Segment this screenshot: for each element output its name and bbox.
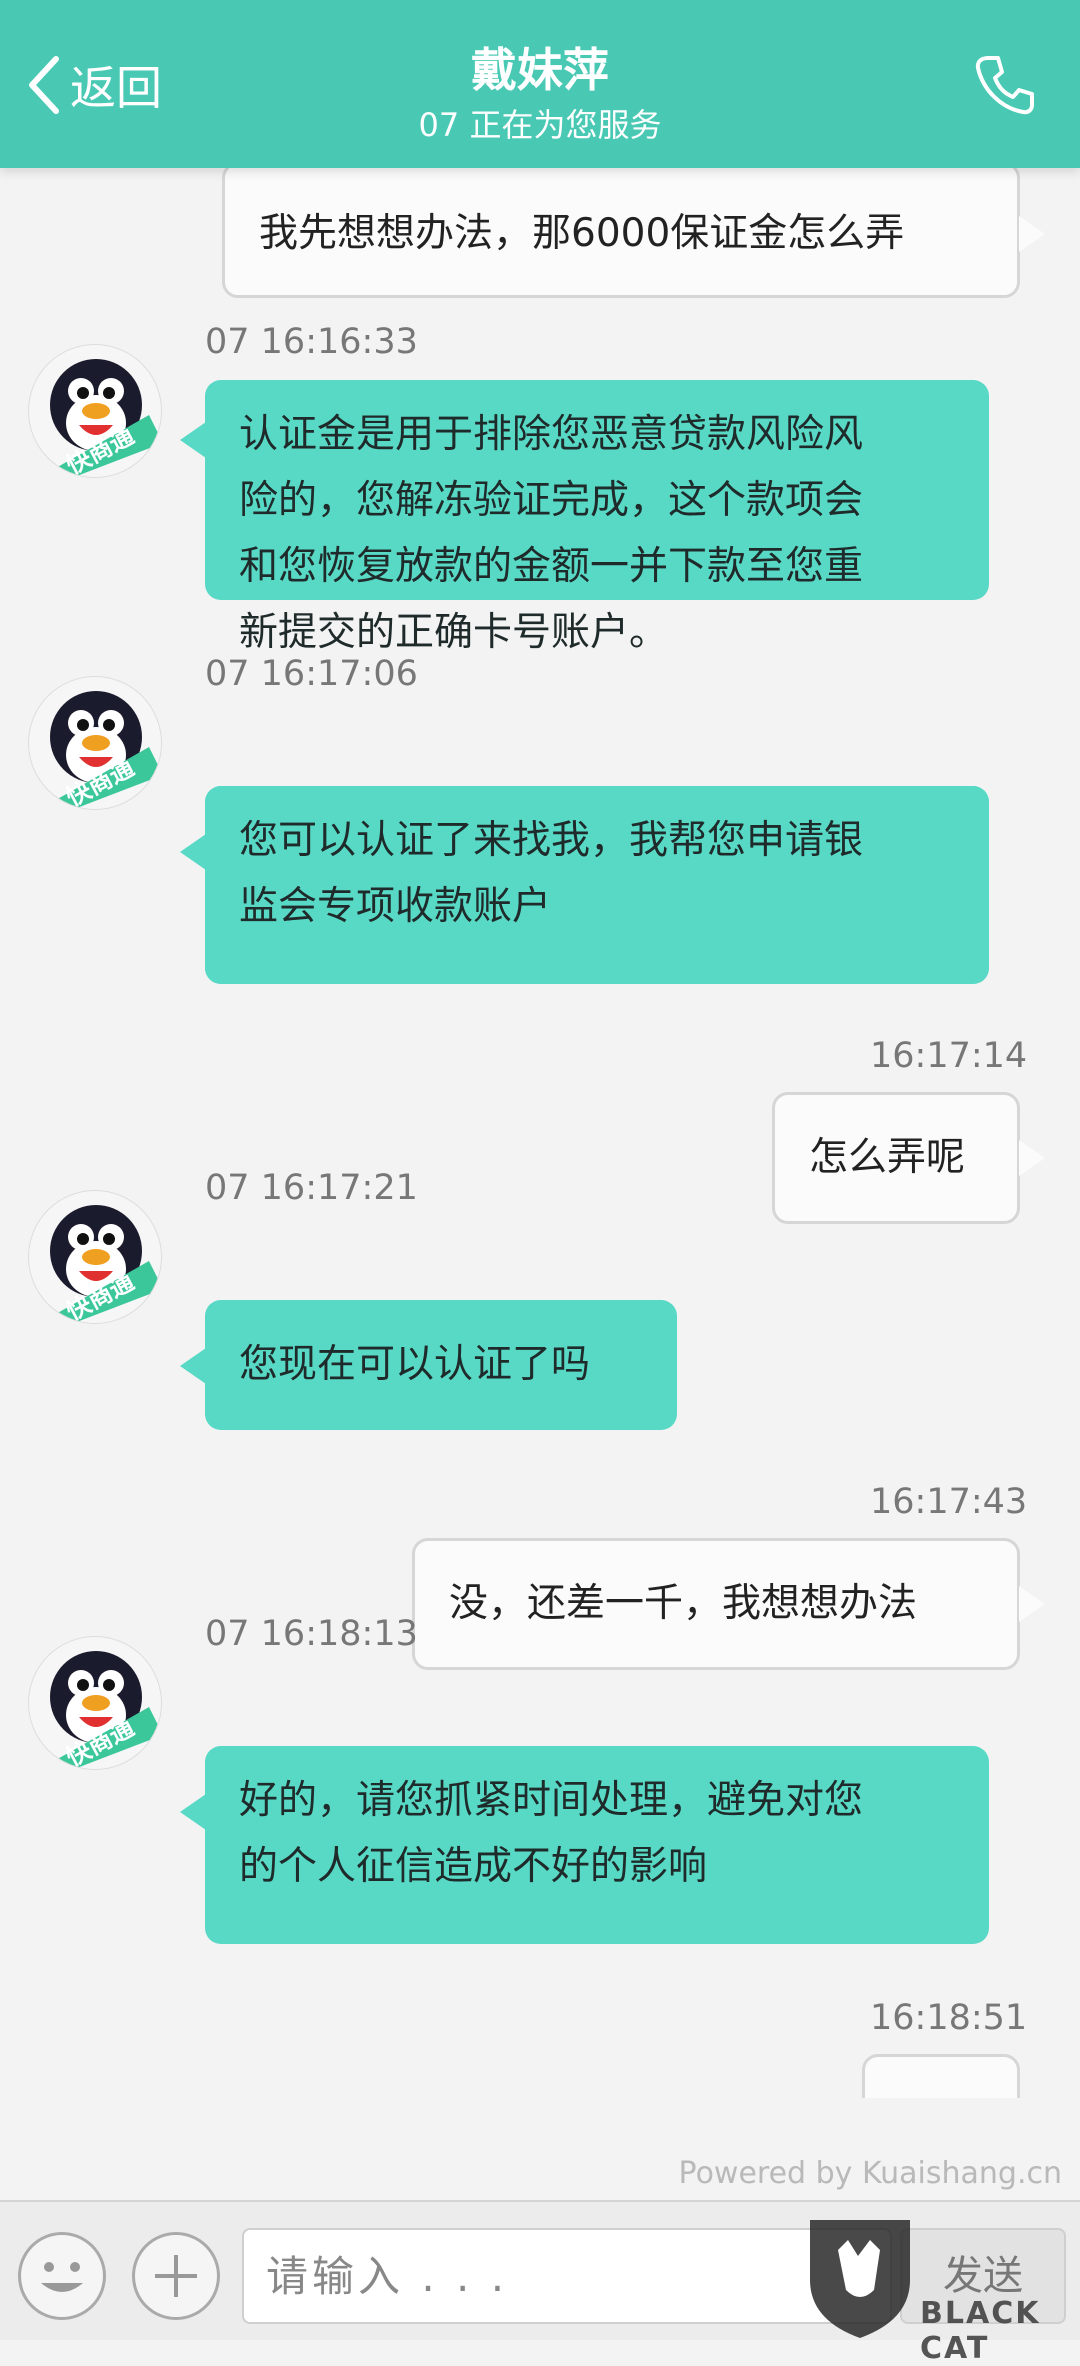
bubble-tail bbox=[180, 1794, 206, 1830]
message-line: 您可以认证了来找我，我帮您申请银 bbox=[239, 818, 864, 863]
message-time: 07 16:17:06 bbox=[205, 654, 418, 694]
user-message-bubble: 怎么弄呢 bbox=[772, 1092, 1020, 1224]
message-text: 我先想想办法，那6000保证金怎么弄 bbox=[259, 211, 905, 256]
message-line: 监会专项收款账户 bbox=[239, 884, 552, 929]
agent-message-bubble: 您现在可以认证了吗 bbox=[205, 1300, 677, 1430]
watermark-text: BLACK CAT bbox=[920, 2296, 1041, 2366]
message-line: 险的，您解冻验证完成，这个款项会 bbox=[239, 478, 864, 523]
bubble-tail bbox=[1019, 1140, 1045, 1176]
user-message-bubble bbox=[862, 2054, 1020, 2098]
agent-avatar[interactable]: 快商通 bbox=[28, 1636, 162, 1770]
message-time: 07 16:18:13 bbox=[205, 1614, 418, 1654]
agent-status: 07 正在为您服务 bbox=[418, 106, 662, 144]
message-line: 的个人征信造成不好的影响 bbox=[239, 1844, 708, 1889]
bubble-tail bbox=[180, 834, 206, 870]
message-time: 16:18:51 bbox=[870, 1998, 1028, 2038]
message-time: 07 16:17:21 bbox=[205, 1168, 418, 1208]
emoji-button[interactable] bbox=[18, 2232, 106, 2320]
message-time: 16:17:43 bbox=[870, 1482, 1028, 1522]
message-text: 怎么弄呢 bbox=[809, 1135, 966, 1180]
message-line: 好的，请您抓紧时间处理，避免对您 bbox=[239, 1778, 864, 1823]
bubble-tail bbox=[180, 1348, 206, 1384]
bubble-tail bbox=[1019, 216, 1045, 252]
message-line: 和您恢复放款的金额一并下款至您重 bbox=[239, 544, 864, 589]
chat-header: 返回 戴妹萍 07 正在为您服务 bbox=[0, 0, 1080, 168]
plus-icon bbox=[155, 2255, 197, 2297]
message-time: 07 16:16:33 bbox=[205, 322, 418, 362]
message-line: 认证金是用于排除您恶意贷款风险风 bbox=[239, 412, 864, 457]
black-cat-shield-icon bbox=[810, 2220, 910, 2338]
bubble-tail bbox=[1019, 1586, 1045, 1622]
message-list[interactable]: 我先想想办法，那6000保证金怎么弄 07 16:16:33 快商通 认证金是用… bbox=[0, 168, 1080, 2098]
message-time: 16:17:14 bbox=[870, 1036, 1028, 1076]
agent-message-bubble: 您可以认证了来找我，我帮您申请银 监会专项收款账户 bbox=[205, 786, 989, 984]
agent-avatar[interactable]: 快商通 bbox=[28, 1190, 162, 1324]
user-message-bubble: 没，还差一千，我想想办法 bbox=[412, 1538, 1020, 1670]
agent-message-bubble: 认证金是用于排除您恶意贷款风险风 险的，您解冻验证完成，这个款项会 和您恢复放款… bbox=[205, 380, 989, 655]
powered-by-label[interactable]: Powered by Kuaishang.cn bbox=[679, 2156, 1062, 2191]
smiley-icon bbox=[41, 2262, 83, 2292]
phone-icon[interactable] bbox=[970, 50, 1040, 120]
watermark-logo: BLACK CAT bbox=[800, 2210, 1080, 2366]
agent-name: 戴妹萍 bbox=[471, 43, 609, 97]
message-text: 您现在可以认证了吗 bbox=[239, 1342, 591, 1387]
agent-avatar[interactable]: 快商通 bbox=[28, 344, 162, 478]
message-input[interactable] bbox=[242, 2228, 892, 2324]
user-message-bubble: 我先想想办法，那6000保证金怎么弄 bbox=[222, 168, 1020, 298]
agent-message-bubble: 好的，请您抓紧时间处理，避免对您 的个人征信造成不好的影响 bbox=[205, 1746, 989, 1944]
bubble-tail bbox=[180, 422, 206, 458]
attach-button[interactable] bbox=[132, 2232, 220, 2320]
message-text: 没，还差一千，我想想办法 bbox=[449, 1581, 918, 1626]
agent-avatar[interactable]: 快商通 bbox=[28, 676, 162, 810]
